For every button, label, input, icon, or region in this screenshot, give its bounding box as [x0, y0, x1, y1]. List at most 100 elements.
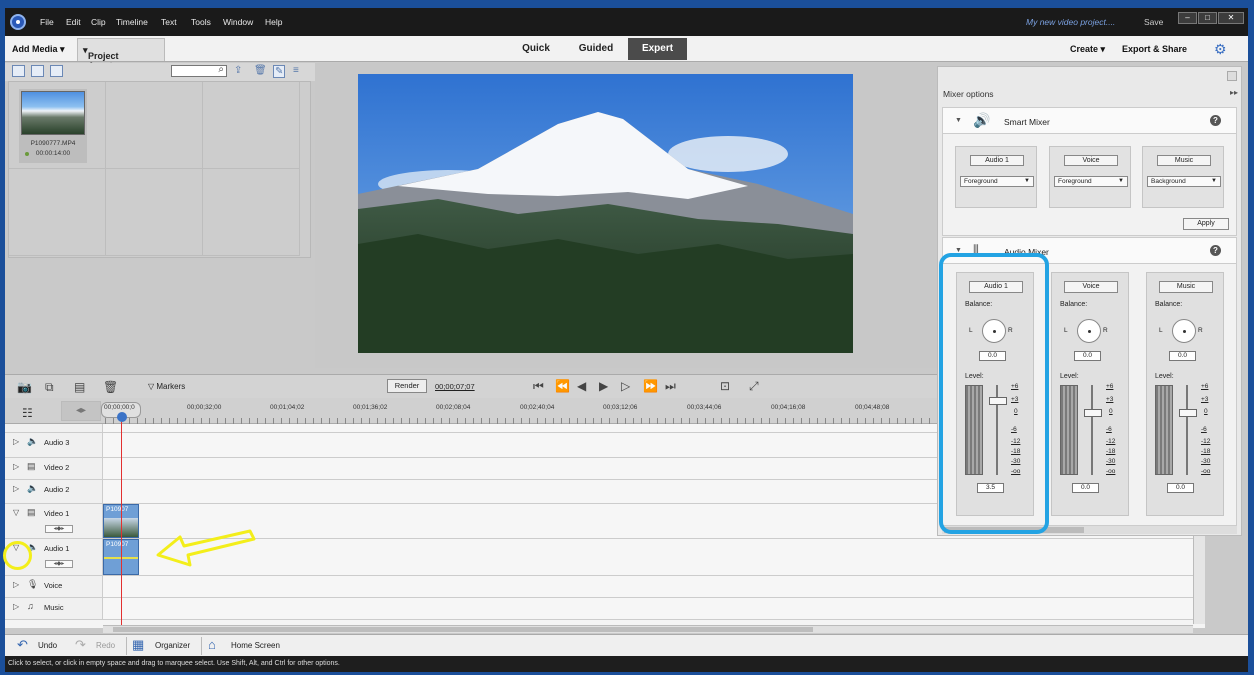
level-meter [1060, 385, 1078, 475]
help-icon[interactable]: ? [1210, 245, 1221, 256]
track-name: Video 1 [44, 509, 70, 518]
track-header: ▽ ▤ Video 1 ◂◆▸ [5, 504, 103, 538]
menu-help[interactable]: Help [265, 17, 282, 27]
redo-icon[interactable]: ↷ [75, 637, 86, 653]
close-icon[interactable] [1227, 71, 1237, 81]
trash-icon[interactable]: 🗑 [103, 380, 118, 394]
expand-arrow-icon[interactable]: ▷ [13, 484, 19, 493]
collapse-arrow-icon[interactable]: ▽ [13, 508, 19, 517]
copy-icon[interactable]: ⧉ [45, 380, 54, 395]
export-share-button[interactable]: Export & Share [1122, 44, 1187, 54]
step-back-icon[interactable]: ⏪ [555, 379, 570, 393]
go-to-end-icon[interactable]: ⏭ [665, 379, 676, 394]
track-voice[interactable]: ▷ 🎙 Voice [5, 576, 1193, 598]
image-icon[interactable] [31, 65, 44, 77]
markers-dropdown[interactable]: ▽ Markers [148, 382, 185, 391]
track-options-icon[interactable]: ☷ [22, 406, 33, 420]
clip-icon[interactable]: ▤ [74, 380, 85, 394]
minimize-icon[interactable]: – [1178, 12, 1197, 24]
expand-arrow-icon[interactable]: ▷ [13, 462, 19, 471]
project-assets-button[interactable]: Project Assets ▾ [77, 38, 165, 71]
close-icon[interactable]: ✕ [1218, 12, 1244, 24]
time-ruler[interactable]: ☷ ◂▸ 00;00;00;0 00;00;32;00 00;01;04;02 … [5, 398, 940, 424]
menu-edit[interactable]: Edit [66, 17, 81, 27]
smart-priority-select[interactable]: Background ▼ [1147, 176, 1221, 187]
menu-file[interactable]: File [40, 17, 54, 27]
collapse-panel-icon[interactable]: ▸▸ [1230, 88, 1238, 97]
expand-arrow-icon[interactable]: ▷ [13, 437, 19, 446]
level-fader[interactable] [1084, 409, 1102, 417]
create-label: Create [1070, 44, 1099, 54]
frame-forward-icon[interactable]: ▷ [621, 379, 630, 393]
track-music[interactable]: ▷ ♫ Music [5, 598, 1193, 620]
scroll-thumb[interactable] [113, 627, 813, 632]
tab-quick[interactable]: Quick [515, 38, 557, 60]
apply-button[interactable]: Apply [1183, 218, 1229, 230]
step-forward-icon[interactable]: ⏩ [643, 379, 658, 393]
add-media-button[interactable]: Add Media ▾ [12, 44, 65, 55]
smart-priority-select[interactable]: Foreground ▼ [1054, 176, 1128, 187]
speaker-icon[interactable] [50, 65, 63, 77]
playhead-handle[interactable] [117, 412, 127, 422]
app-logo-icon[interactable] [10, 14, 26, 30]
smart-mixer-header[interactable]: ▼ 🔊 Smart Mixer ? [942, 107, 1237, 134]
audio-waveform-icon[interactable]: ◂▸ [61, 401, 101, 421]
balance-label: Balance: [1060, 301, 1088, 308]
fullscreen-icon[interactable]: ⤢ [749, 379, 759, 394]
tab-guided[interactable]: Guided [571, 38, 621, 60]
keyframe-nav[interactable]: ◂◆▸ [45, 525, 73, 533]
render-button[interactable]: Render [387, 379, 427, 393]
balance-value[interactable]: 0.0 [1074, 351, 1101, 361]
smart-priority-select[interactable]: Foreground ▼ [960, 176, 1034, 187]
asset-thumbnail [21, 91, 85, 135]
timeline-horizontal-scrollbar[interactable] [103, 625, 1193, 633]
home-icon[interactable]: ⌂ [208, 637, 216, 652]
menu-text[interactable]: Text [161, 17, 177, 27]
film-icon[interactable] [12, 65, 25, 77]
channel-name: Music [1159, 281, 1213, 293]
tab-expert[interactable]: Expert [628, 38, 687, 60]
redo-button[interactable]: Redo [96, 641, 115, 650]
level-value[interactable]: 0.0 [1167, 483, 1194, 493]
asset-item[interactable]: P1090777.MP4 00:00:14:00 [19, 89, 87, 163]
pin-icon[interactable]: ✎ [273, 65, 286, 78]
go-to-start-icon[interactable]: ⏮ [533, 379, 544, 394]
undo-button[interactable]: Undo [38, 641, 57, 650]
menu-clip[interactable]: Clip [91, 17, 106, 27]
timecode-display[interactable]: 00;00;07;07 [435, 382, 475, 391]
balance-knob[interactable] [1077, 319, 1101, 343]
scale-mark: -oo [1106, 468, 1116, 475]
balance-value[interactable]: 0.0 [1169, 351, 1196, 361]
level-label: Level: [1155, 373, 1174, 380]
menu-tools[interactable]: Tools [191, 17, 211, 27]
menu-timeline[interactable]: Timeline [116, 17, 148, 27]
balance-knob[interactable] [1172, 319, 1196, 343]
collapse-arrow-icon[interactable]: ▼ [955, 117, 962, 124]
snapshot-icon[interactable]: ⊡ [720, 379, 730, 393]
annotation-arrow-icon [156, 529, 256, 567]
save-button[interactable]: Save [1144, 17, 1163, 27]
expand-arrow-icon[interactable]: ▷ [13, 602, 19, 611]
undo-icon[interactable]: ↶ [17, 637, 28, 653]
maximize-icon[interactable]: □ [1198, 12, 1217, 24]
asset-search-input[interactable]: ⌕ [171, 64, 227, 77]
gear-icon[interactable]: ⚙ [1214, 41, 1227, 58]
organizer-icon[interactable]: ▦ [132, 637, 144, 653]
create-button[interactable]: Create ▾ [1070, 44, 1105, 55]
trash-icon[interactable]: 🗑 [254, 65, 267, 76]
level-fader[interactable] [1179, 409, 1197, 417]
expand-arrow-icon[interactable]: ▷ [13, 580, 19, 589]
folder-up-icon[interactable]: ⇪ [234, 65, 242, 76]
list-menu-icon[interactable]: ≡ [293, 65, 299, 76]
help-icon[interactable]: ? [1210, 115, 1221, 126]
organizer-button[interactable]: Organizer [155, 641, 190, 650]
menu-window[interactable]: Window [223, 17, 253, 27]
home-screen-button[interactable]: Home Screen [231, 641, 280, 650]
assets-toolbar: ⌕ ⇪ 🗑 ✎ ≡ [5, 63, 315, 81]
frame-back-icon[interactable]: ◀ [577, 379, 586, 393]
play-icon[interactable]: ▶ [599, 379, 608, 393]
camera-icon[interactable]: 📷 [17, 380, 32, 394]
video-preview[interactable] [358, 74, 853, 353]
level-value[interactable]: 0.0 [1072, 483, 1099, 493]
keyframe-nav[interactable]: ◂◆▸ [45, 560, 73, 568]
